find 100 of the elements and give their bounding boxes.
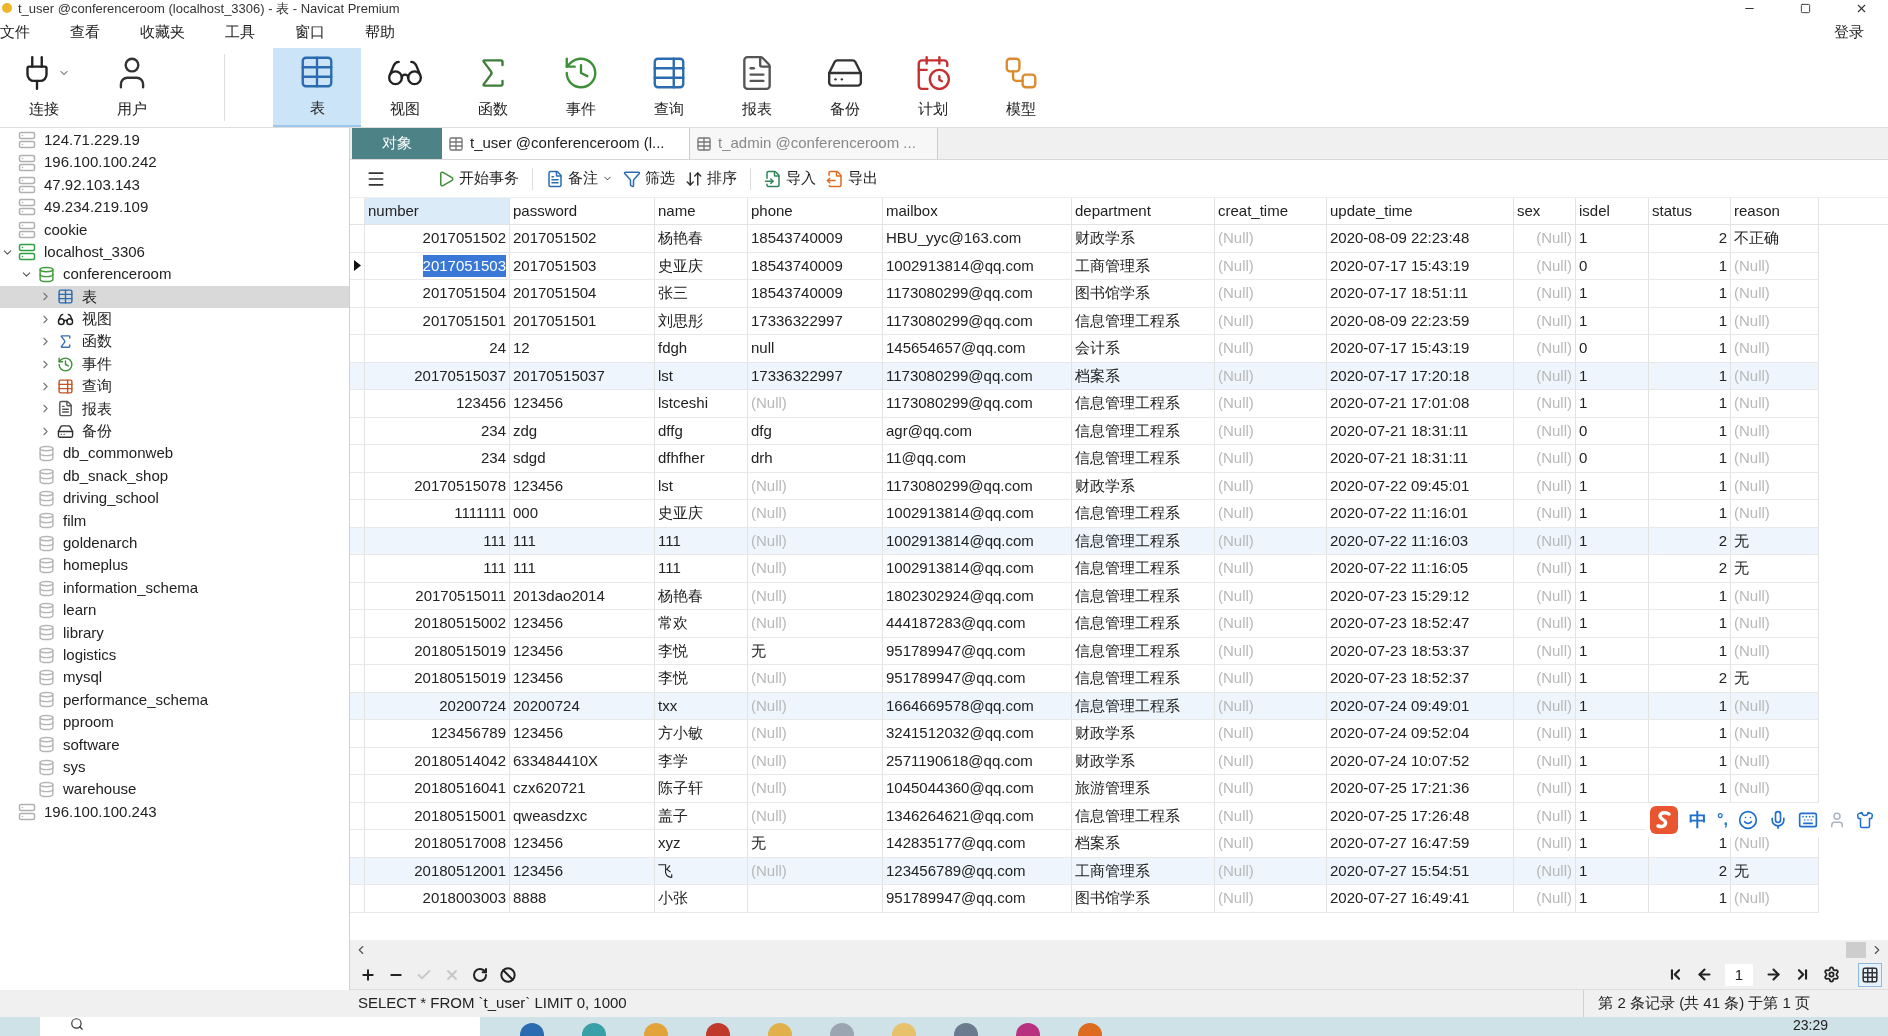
table-row[interactable]: 111 111 111 (Null) 1002913814@qq.com 信息管理工程系 (Null) 2020-07-22 11:16:03 (Null) 1 2 无 [350,527,1819,555]
tree-item[interactable]: goldenarch [0,532,349,555]
toolbar-button[interactable]: 导出 [823,164,881,193]
table-row[interactable]: 2017051502 2017051502 杨艳春 18543740009 HBU_yyc@163.com 财政学系 (Null) 2020-08-09 22:23:48 (Null) 1 2 不正确 [350,225,1819,253]
taskbar-search-field[interactable] [40,1017,480,1036]
tree-item[interactable]: db_snack_shop [0,464,349,488]
tree-item[interactable]: 视图 [0,308,349,331]
tree-item[interactable]: 196.100.100.242 [0,151,349,174]
table-row[interactable]: 20180512001 123456 飞 (Null) 123456789@qq.com 工商管理系 (Null) 2020-07-27 15:54:51 (Null) 1 2 无 [350,857,1819,885]
login-link[interactable]: 登录 [1834,20,1864,44]
menu-item[interactable]: 文件 [0,20,30,44]
column-header[interactable]: number [365,198,510,224]
tree-item[interactable]: information_schema [0,576,349,600]
taskbar-app-icon[interactable] [1078,1023,1102,1036]
tree-item[interactable]: mysql [0,666,349,689]
table-row[interactable]: 2017051501 2017051501 刘思彤 17336322997 1173080299@qq.com 信息管理工程系 (Null) 2020-08-09 22:23:59 (Null) 1 1 (Null) [350,307,1819,335]
tree-item[interactable]: 函数 [0,330,349,353]
table-row[interactable]: 1111111 000 史亚庆 (Null) 1002913814@qq.com 信息管理工程系 (Null) 2020-07-22 11:16:01 (Null) 1 1 (Null) [350,500,1819,528]
objects-tab[interactable]: 对象 [352,128,442,159]
toolbar-button[interactable]: 导入 [761,164,819,193]
settings-icon[interactable] [1823,966,1840,983]
toolbar-button[interactable]: 连接 [0,48,88,127]
grid-view-button[interactable] [1858,962,1882,987]
keyboard-icon[interactable] [1797,810,1818,830]
toolbar-button[interactable]: 视图 [361,48,449,127]
toolbar-button[interactable]: 计划 [889,48,977,127]
toolbar-button[interactable]: 排序 [682,164,740,193]
table-row[interactable]: 2018003003 8888 小张 951789947@qq.com 图书馆学系 (Null) 2020-07-27 16:49:41 (Null) 1 1 (Null) [350,885,1819,913]
toolbar-button[interactable]: 函数 [449,48,537,127]
toolbar-button[interactable]: 备份 [801,48,889,127]
taskbar-app-icon[interactable] [706,1023,730,1036]
smile-icon[interactable] [1737,810,1758,830]
toolbar-button[interactable]: 报表 [713,48,801,127]
table-row[interactable]: 20170515078 123456 lst (Null) 1173080299@qq.com 财政学系 (Null) 2020-07-22 09:45:01 (Null) 1 1 (Null) [350,472,1819,500]
table-tab[interactable]: t_user @conferenceroom (l... [442,128,690,159]
toolbar-button[interactable]: 查询 [625,48,713,127]
tree-item[interactable]: 49.234.219.109 [0,196,349,219]
tree-item[interactable]: 124.71.229.19 [0,129,349,152]
tree-item[interactable]: 47.92.103.143 [0,173,349,197]
table-row[interactable]: 20180517008 123456 xyz 无 142835177@qq.com 档案系 (Null) 2020-07-27 16:47:59 (Null) 1 1 (Null) [350,830,1819,858]
table-row[interactable]: 234 sdgd dfhfher drh 11@qq.com 信息管理工程系 (Null) 2020-07-21 18:31:11 (Null) 0 1 (Null) [350,445,1819,473]
table-row[interactable]: 111 111 111 (Null) 1002913814@qq.com 信息管理工程系 (Null) 2020-07-22 11:16:05 (Null) 1 2 无 [350,555,1819,583]
tree-item[interactable]: 报表 [0,397,349,421]
toolbar-button[interactable]: 备注 [543,164,616,193]
next-page-icon[interactable] [1765,966,1782,983]
page-field[interactable]: 1 [1725,963,1753,986]
taskbar-app-icon[interactable] [582,1023,606,1036]
shirt-icon[interactable] [1855,811,1874,829]
tree-item[interactable]: logistics [0,644,349,667]
tree-item[interactable]: software [0,733,349,756]
table-row[interactable]: 20170515037 20170515037 lst 17336322997 1173080299@qq.com 档案系 (Null) 2020-07-17 17:20:18 (Null) 1 1 (Null) [350,362,1819,390]
column-header[interactable]: creat_time [1215,198,1327,224]
tree-item[interactable]: film [0,509,349,533]
column-header[interactable]: sex [1514,198,1576,224]
tree-item[interactable]: cookie [0,218,349,241]
tree-item[interactable]: library [0,621,349,644]
column-header[interactable]: update_time [1327,198,1514,224]
tree-item[interactable]: conferenceroom [0,263,349,286]
scroll-thumb[interactable] [1846,942,1866,958]
ime-punctuation-button[interactable]: °, [1717,808,1728,832]
column-header[interactable]: department [1072,198,1215,224]
tree-item[interactable]: homeplus [0,554,349,577]
table-row[interactable]: 20180515019 123456 李悦 无 951789947@qq.com 信息管理工程系 (Null) 2020-07-23 18:53:37 (Null) 1 1 (Null) [350,637,1819,665]
taskbar-app-icon[interactable] [954,1023,978,1036]
toolbar-button[interactable]: 开始事务 [434,164,522,193]
table-row[interactable]: 234 zdg dffg dfg agr@qq.com 信息管理工程系 (Null) 2020-07-21 18:31:11 (Null) 0 1 (Null) [350,417,1819,445]
previous-page-icon[interactable] [1696,966,1713,983]
menu-item[interactable]: 查看 [70,20,100,44]
tree-item[interactable]: db_commonweb [0,442,349,465]
table-row[interactable]: 2017051503 2017051503 史亚庆 18543740009 1002913814@qq.com 工商管理系 (Null) 2020-07-17 15:43:19 (Null) 0 1 (Null) [350,252,1819,280]
toolbar-button[interactable]: 表 [273,48,361,127]
toolbar-button[interactable]: 用户 [88,48,176,127]
tree-item[interactable]: warehouse [0,778,349,801]
tree-item[interactable]: localhost_3306 [0,240,349,264]
tree-item[interactable]: 事件 [0,352,349,376]
table-row[interactable]: 123456 123456 lstceshi (Null) 1173080299@qq.com 信息管理工程系 (Null) 2020-07-21 17:01:08 (Null) 1 1 (Null) [350,390,1819,418]
tree-item[interactable]: 196.100.100.243 [0,800,349,824]
maximize-icon[interactable] [1800,2,1811,14]
table-row[interactable]: 20180515019 123456 李悦 (Null) 951789947@qq.com 信息管理工程系 (Null) 2020-07-23 18:52:37 (Null) 1 2 无 [350,665,1819,693]
table-row[interactable]: 20200724 20200724 txx (Null) 1664669578@qq.com 信息管理工程系 (Null) 2020-07-24 09:49:01 (Null) 1 1 (Null) [350,692,1819,720]
menu-item[interactable]: 窗口 [295,20,325,44]
toolbar-button[interactable]: 事件 [537,48,625,127]
table-row[interactable]: 123456789 123456 方小敏 (Null) 3241512032@qq.com 财政学系 (Null) 2020-07-24 09:52:04 (Null) 1 1 (Null) [350,720,1819,748]
table-row[interactable]: 20180515002 123456 常欢 (Null) 444187283@qq.com 信息管理工程系 (Null) 2020-07-23 18:52:47 (Null) 1 1 (Null) [350,610,1819,638]
plus-icon[interactable] [360,966,376,983]
horizontal-scrollbar[interactable] [350,940,1888,960]
table-row[interactable]: 20180516041 czx620721 陈子轩 (Null) 1045044360@qq.com 旅游管理系 (Null) 2020-07-25 17:21:36 (Null) 1 1 (Null) [350,775,1819,803]
taskbar-app-icon[interactable] [1016,1023,1040,1036]
menu-item[interactable]: 收藏夹 [140,20,185,44]
tree-item[interactable]: pproom [0,711,349,734]
toolbar-button[interactable]: 模型 [977,48,1065,127]
table-row[interactable]: 20170515011 2013dao2014 杨艳春 (Null) 1802302924@qq.com 信息管理工程系 (Null) 2020-07-23 15:29:12 (Null) 1 1 (Null) [350,582,1819,610]
taskbar-app-icon[interactable] [520,1023,544,1036]
menu-item[interactable]: 工具 [225,20,255,44]
tree-item[interactable]: 备份 [0,420,349,443]
menu-item[interactable]: 帮助 [365,20,395,44]
tree-item[interactable]: performance_schema [0,688,349,712]
toolbar-button[interactable]: 筛选 [620,164,678,193]
tree-item[interactable]: sys [0,755,349,779]
tree-item[interactable]: 查询 [0,375,349,398]
